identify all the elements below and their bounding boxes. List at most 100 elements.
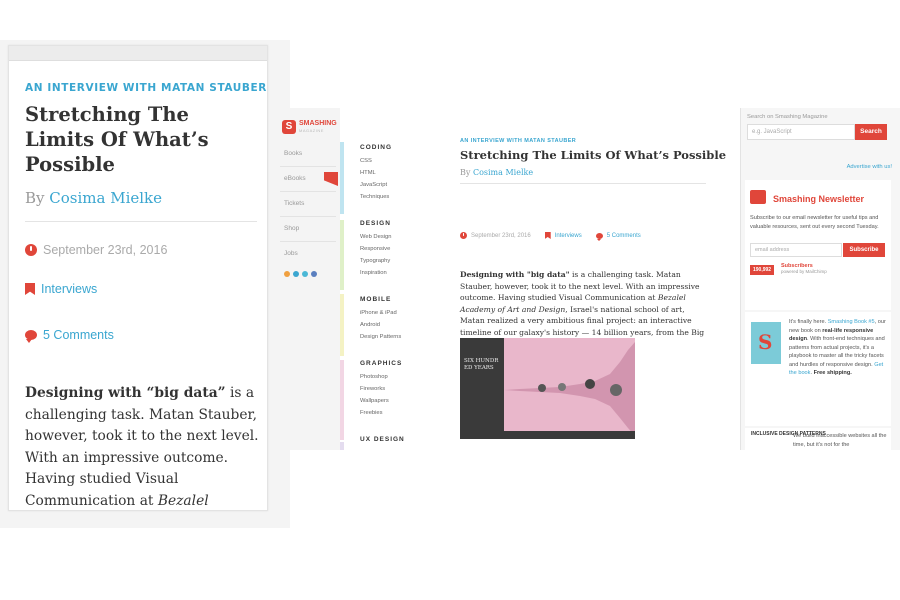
nav-item-jobs[interactable]: Jobs	[284, 250, 298, 257]
category-graphics: GRAPHICS Photoshop Fireworks Wallpapers …	[360, 360, 402, 419]
smashing-logo[interactable]: S SMASHING MAGAZINE	[282, 120, 337, 134]
article-category[interactable]: Interviews	[25, 282, 97, 296]
book-cover[interactable]: S	[751, 322, 781, 364]
comments-link[interactable]: 5 Comments	[43, 328, 114, 342]
nav-item-books[interactable]: Books	[284, 150, 302, 157]
category-item[interactable]: JavaScript	[360, 179, 392, 191]
category-link[interactable]: Interviews	[555, 233, 582, 239]
byline-prefix: By	[25, 189, 45, 207]
intro-italic: Bezalel	[157, 492, 209, 509]
category-item[interactable]: Web Design	[360, 231, 391, 243]
timeline-node[interactable]	[558, 383, 566, 391]
category-color-bars	[340, 108, 358, 450]
advertise-link[interactable]: Advertise with us!	[847, 164, 892, 170]
article-meta: September 23rd, 2016 Interviews 5 Commen…	[460, 232, 641, 241]
author-link[interactable]: Cosima Mielke	[49, 189, 162, 207]
byline-prefix: By	[460, 168, 471, 177]
facebook-icon[interactable]	[311, 271, 317, 277]
category-item[interactable]: Typography	[360, 255, 391, 267]
email-field[interactable]: email address	[750, 243, 842, 257]
google-plus-icon[interactable]	[293, 271, 299, 277]
article-kicker: AN INTERVIEW WITH MATAN STAUBER	[460, 138, 577, 144]
logo-sub: MAGAZINE	[299, 128, 324, 133]
mobile-article-card: AN INTERVIEW WITH MATAN STAUBER Stretchi…	[8, 45, 268, 511]
category-item[interactable]: Android	[360, 319, 401, 331]
newsletter-text: Subscribe to our email newsletter for us…	[750, 215, 879, 230]
clock-icon	[25, 244, 37, 256]
timeline-node[interactable]	[610, 384, 622, 396]
intro-bold: Designing with "big data"	[460, 270, 570, 279]
article-category[interactable]: Interviews	[544, 232, 582, 239]
author-link[interactable]: Cosima Mielke	[473, 168, 533, 177]
category-item[interactable]: Photoshop	[360, 371, 402, 383]
nav-item-shop[interactable]: Shop	[284, 225, 299, 232]
category-link[interactable]: Interviews	[41, 282, 97, 296]
category-item[interactable]: Wallpapers	[360, 395, 402, 407]
timeline-node[interactable]	[585, 379, 595, 389]
category-title: MOBILE	[360, 296, 392, 303]
logo-name: SMASHING	[299, 120, 337, 127]
article-byline: By Cosima Mielke	[460, 168, 710, 177]
social-icons	[284, 271, 317, 277]
comment-icon	[25, 330, 37, 343]
category-item[interactable]: Fireworks	[360, 383, 402, 395]
newsletter-title: Smashing Newsletter	[773, 194, 865, 204]
subscriber-count: 190,992	[750, 265, 775, 275]
book-link[interactable]: Smashing Book #5	[828, 319, 875, 325]
article-title: Stretching The Limits Of What’s Possible	[460, 148, 727, 162]
nav-divider	[280, 216, 336, 217]
timeline-waveform	[504, 342, 635, 436]
figure-footer	[460, 431, 635, 439]
article-intro: Designing with “big data” is a challengi…	[25, 383, 263, 510]
subscribe-button[interactable]: Subscribe	[843, 243, 885, 257]
category-item[interactable]: Techniques	[360, 191, 392, 203]
nav-divider	[280, 166, 336, 167]
newsletter-box: Smashing Newsletter Subscribe to our ema…	[745, 180, 891, 310]
category-title: GRAPHICS	[360, 360, 403, 367]
bookmark-icon	[544, 232, 551, 239]
timeline-node[interactable]	[538, 384, 546, 392]
desktop-screenshot: S SMASHING MAGAZINE Books eBooks Tickets…	[276, 108, 900, 450]
article-date: September 23rd, 2016	[25, 243, 167, 257]
category-title: DESIGN	[360, 220, 391, 227]
search-button[interactable]: Search	[855, 124, 887, 140]
category-item[interactable]: Responsive	[360, 243, 391, 255]
book-promo-text: It's finally here. Smashing Book #5, our…	[789, 319, 886, 376]
category-item[interactable]: Design Patterns	[360, 331, 401, 343]
bookmark-icon	[25, 283, 35, 295]
category-item[interactable]: Freebies	[360, 407, 402, 419]
date-text: September 23rd, 2016	[471, 232, 531, 239]
nav-divider	[280, 191, 336, 192]
nav-item-ebooks[interactable]: eBooks	[284, 175, 306, 182]
desktop-article: AN INTERVIEW WITH MATAN STAUBER Stretchi…	[460, 138, 727, 439]
nav-item-tickets[interactable]: Tickets	[284, 200, 304, 207]
mobile-screenshot: AN INTERVIEW WITH MATAN STAUBER Stretchi…	[0, 40, 290, 528]
twitter-icon[interactable]	[302, 271, 308, 277]
article-title: Stretching The Limits Of What’s Possible	[25, 103, 209, 176]
logo-mark-icon: S	[282, 120, 296, 134]
divider	[25, 221, 257, 222]
category-title: CODING	[360, 144, 392, 151]
rss-icon[interactable]	[284, 271, 290, 277]
nav-divider	[280, 241, 336, 242]
category-item[interactable]: Inspiration	[360, 267, 391, 279]
inclusive-promo: INCLUSIVE DESIGN PATTERNS We build inacc…	[745, 428, 891, 450]
article-comments[interactable]: 5 Comments	[595, 232, 641, 241]
site-nav: S SMASHING MAGAZINE Books eBooks Tickets…	[276, 108, 340, 450]
intro-bold: Designing with “big data”	[25, 385, 226, 401]
comments-link[interactable]: 5 Comments	[607, 233, 641, 239]
right-sidebar: Search on Smashing Magazine e.g. JavaScr…	[740, 108, 900, 450]
category-coding: CODING CSS HTML JavaScript Techniques	[360, 144, 392, 203]
category-item[interactable]: iPhone & iPad	[360, 307, 401, 319]
category-item[interactable]: HTML	[360, 167, 392, 179]
article-figure[interactable]: SIX HUNDR ED YEARS	[460, 338, 635, 439]
category-item[interactable]: CSS	[360, 155, 392, 167]
divider	[460, 183, 706, 184]
article-comments[interactable]: 5 Comments	[25, 328, 114, 343]
article-kicker: AN INTERVIEW WITH MATAN STAUBER	[25, 82, 267, 94]
subscriber-label: Subscribers powered by MailChimp	[781, 263, 827, 275]
category-ux-design: UX DESIGN	[360, 436, 405, 447]
date-text: September 23rd, 2016	[43, 243, 168, 257]
inclusive-text: We build inaccessible websites all the t…	[793, 433, 887, 448]
search-input[interactable]: e.g. JavaScript	[747, 124, 855, 140]
